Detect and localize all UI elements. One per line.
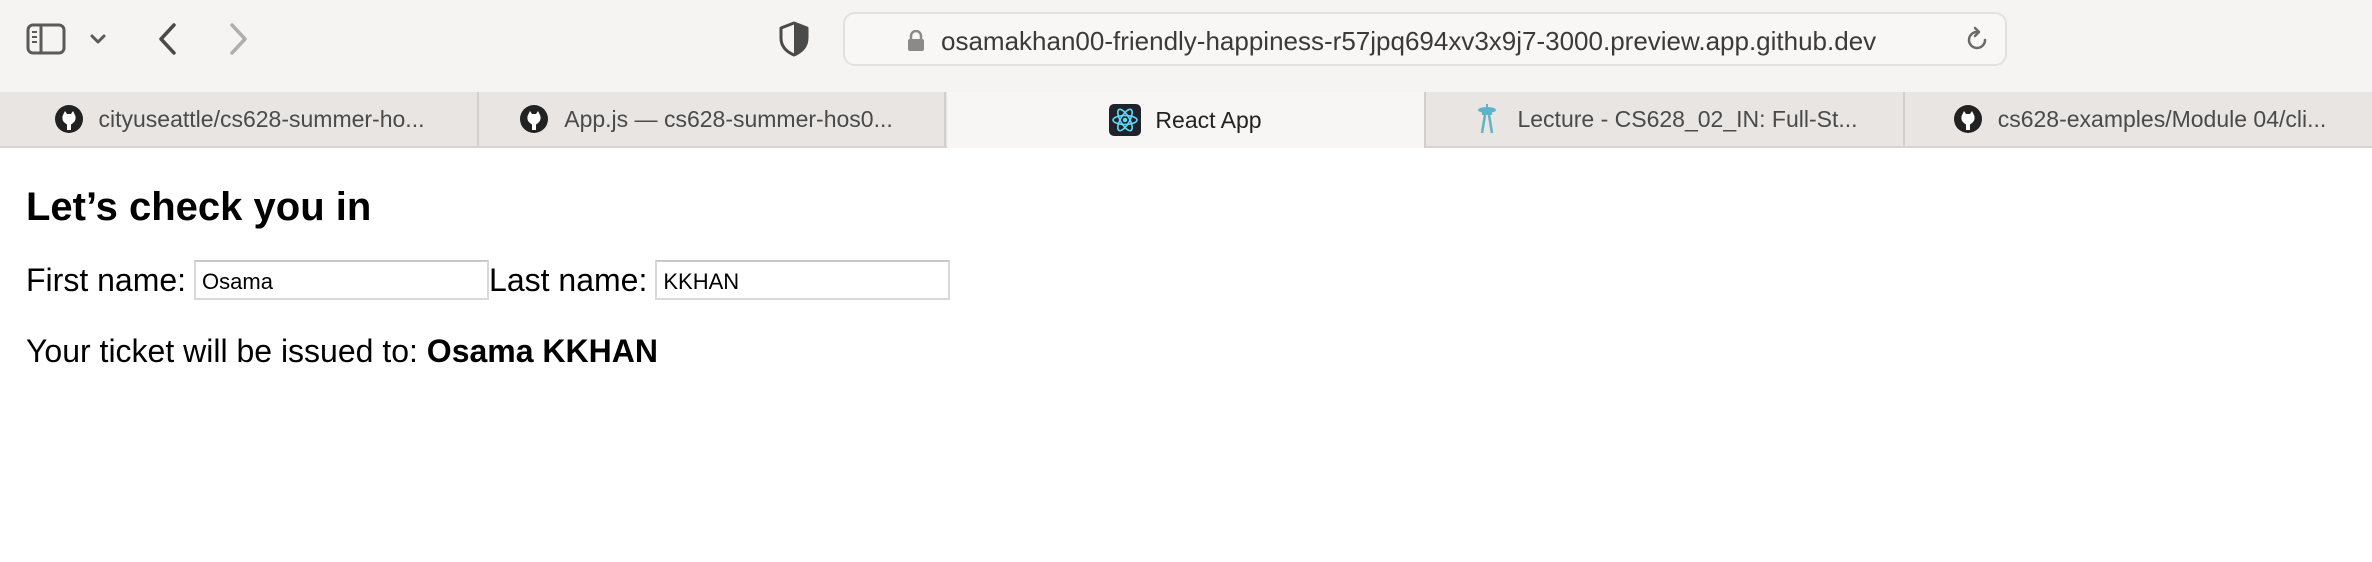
tab-react-app[interactable]: React App <box>947 92 1426 148</box>
first-name-label: First name: <box>26 261 187 298</box>
sidebar-icon[interactable] <box>24 21 68 57</box>
tab-label: React App <box>1155 106 1262 133</box>
github-icon <box>1952 103 1984 135</box>
forward-arrow-icon[interactable] <box>220 19 256 59</box>
page-title: Let’s check you in <box>26 185 372 229</box>
tab-app-js[interactable]: App.js — cs628-summer-hos0... <box>467 92 946 146</box>
tab-cs628-examples[interactable]: cs628-examples/Module 04/cli... <box>1906 92 2372 146</box>
ticket-holder-name: Osama KKHAN <box>426 333 658 369</box>
last-name-label: Last name: <box>489 261 648 298</box>
tab-label: Lecture - CS628_02_IN: Full-St... <box>1517 105 1858 132</box>
tab-label: App.js — cs628-summer-hos0... <box>564 105 893 132</box>
chevron-down-icon[interactable] <box>86 27 110 51</box>
tab-label: cityuseattle/cs628-summer-ho... <box>98 105 425 132</box>
lock-icon <box>907 29 925 52</box>
tab-lecture[interactable]: Lecture - CS628_02_IN: Full-St... <box>1426 92 1905 146</box>
reload-icon[interactable] <box>1963 26 1991 54</box>
first-name-input[interactable] <box>194 260 490 300</box>
shield-icon[interactable] <box>776 20 812 58</box>
tab-bar: cityuseattle/cs628-summer-ho... App.js —… <box>0 92 2372 148</box>
tab-label: cs628-examples/Module 04/cli... <box>1997 105 2327 132</box>
name-form: First name: Last name: <box>26 260 951 300</box>
url-text[interactable]: osamakhan00-friendly-happiness-r57jpq694… <box>941 26 1876 56</box>
github-icon <box>518 103 550 135</box>
back-arrow-icon[interactable] <box>150 19 186 59</box>
last-name-input[interactable] <box>655 260 951 300</box>
react-icon <box>1109 104 1142 136</box>
address-bar[interactable]: osamakhan00-friendly-happiness-r57jpq694… <box>843 12 2007 66</box>
ticket-message: Your ticket will be issued to: Osama KKH… <box>26 332 658 370</box>
github-icon <box>53 103 85 135</box>
tab-cs628-summer-hos[interactable]: cityuseattle/cs628-summer-ho... <box>0 92 479 146</box>
ticket-prefix: Your ticket will be issued to: <box>26 333 427 369</box>
space-needle-icon <box>1471 103 1503 135</box>
browser-toolbar: osamakhan00-friendly-happiness-r57jpq694… <box>0 0 2372 92</box>
